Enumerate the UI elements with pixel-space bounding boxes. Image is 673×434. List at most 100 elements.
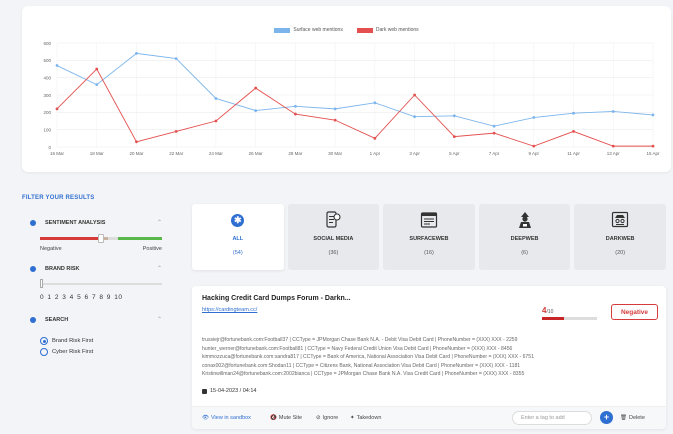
result-line: trussiejr@fortunebank.com:Football37 | C… <box>202 337 518 343</box>
data-point <box>214 119 218 123</box>
data-point <box>214 97 218 100</box>
result-date: 15-04-2023 / 04:14 <box>202 388 256 394</box>
y-tick-label: 400 <box>43 75 51 80</box>
data-point <box>452 114 456 118</box>
view-in-sandbox-button[interactable]: 👁 View in sandbox <box>202 415 251 421</box>
tab-surfaceweb[interactable]: SURFACEWEB (16) <box>383 204 475 270</box>
tab-deepweb[interactable]: DEEPWEB (6) <box>478 204 571 270</box>
social-media-icon <box>326 211 341 228</box>
radio-brand-risk-first[interactable]: Brand Risk First <box>40 337 93 345</box>
filter-title: FILTER YOUR RESULTS <box>22 195 95 201</box>
result-link[interactable]: https://cardingteam.cc/ <box>202 307 257 313</box>
radio-unselected-icon[interactable] <box>40 348 48 356</box>
search-label: SEARCH <box>45 316 69 323</box>
mentions-line-chart: 0 100 200 300 400 500 600 16 Mar 18 Mar 20 Mar 22 … <box>43 41 660 156</box>
x-tick-label: 26 Mar <box>249 151 264 156</box>
mute-label: Mute Site <box>278 415 303 421</box>
tag-input[interactable]: Enter a tag to add <box>512 411 592 425</box>
chevron-up-icon[interactable]: ⌃ <box>157 316 162 323</box>
ignore-label: Ignore <box>322 415 339 421</box>
mentions-chart-card: Surface web mentions Dark web mentions 0… <box>22 6 671 172</box>
tab-label: ALL <box>232 236 244 242</box>
tab-count: (6) <box>521 250 528 256</box>
x-tick-label: 5 Apr <box>449 151 460 156</box>
data-point <box>651 113 655 117</box>
chevron-up-icon[interactable]: ⌃ <box>157 219 162 226</box>
x-tick-label: 30 Mar <box>328 151 343 156</box>
tab-social-media[interactable]: SOCIAL MEDIA (36) <box>287 204 380 270</box>
series-line-1 <box>56 68 653 147</box>
radio-cyber-label: Cyber Risk First <box>52 349 94 355</box>
brand-risk-slider-track[interactable] <box>40 283 162 285</box>
section-bullet <box>30 316 36 323</box>
tab-count: (36) <box>328 250 339 256</box>
x-tick-label: 20 Mar <box>129 151 144 156</box>
add-tag-button[interactable]: + <box>600 411 613 424</box>
mute-site-button[interactable]: 🔇 Mute Site <box>270 415 302 421</box>
x-tick-label: 24 Mar <box>209 151 224 156</box>
tab-label: DARKWEB <box>605 236 635 242</box>
data-point <box>611 144 615 148</box>
hacker-icon <box>518 212 531 228</box>
data-point <box>413 115 416 119</box>
result-title[interactable]: Hacking Credit Card Dumps Forum - Darkn.… <box>202 295 351 302</box>
data-point <box>333 118 337 122</box>
delete-label: Delete <box>628 415 645 421</box>
sentiment-positive-range <box>118 237 162 240</box>
data-point <box>651 144 655 148</box>
sentiment-section-header[interactable]: SENTIMENT ANALYSIS ⌃ <box>30 219 162 226</box>
tab-count: (54) <box>232 250 243 256</box>
radio-brand-label: Brand Risk First <box>52 338 94 344</box>
result-content: trussiejr@fortunebank.com:Football37 | C… <box>202 336 534 379</box>
sentiment-slider-handle[interactable] <box>98 234 104 243</box>
series-line-0 <box>56 52 654 127</box>
calendar-icon <box>202 388 207 394</box>
data-point <box>294 104 297 108</box>
data-point <box>572 130 575 133</box>
brand-risk-slider-handle[interactable] <box>40 279 43 288</box>
trash-icon: 🗑 <box>620 415 627 421</box>
delete-button[interactable]: 🗑 Delete <box>620 415 645 421</box>
section-bullet <box>30 219 36 226</box>
result-date-text: 15-04-2023 / 04:14 <box>210 388 257 394</box>
sentiment-label: SENTIMENT ANALYSIS <box>45 219 106 226</box>
risk-score: 4/10 <box>542 306 553 315</box>
radio-selected-icon[interactable] <box>40 337 48 345</box>
data-point <box>333 107 337 111</box>
tab-all[interactable]: ✱ ALL (54) <box>192 204 284 270</box>
section-bullet <box>30 265 36 272</box>
sentiment-badge[interactable]: Negative <box>611 304 658 320</box>
result-line: Kristinwillman24@fortunebank.com:2002bia… <box>202 371 525 378</box>
tab-darkweb[interactable]: DARKWEB (20) <box>574 204 666 270</box>
chevron-up-icon[interactable]: ⌃ <box>157 265 162 272</box>
tab-label: SURFACEWEB <box>409 236 449 242</box>
data-point <box>254 109 258 112</box>
browser-window-icon <box>420 212 438 228</box>
x-tick-label: 22 Mar <box>169 151 184 156</box>
y-tick-label: 100 <box>43 127 51 132</box>
y-tick-label: 200 <box>43 110 51 115</box>
spy-icon <box>612 211 629 228</box>
result-line: hunter_werner@fortunebank.com:Football81… <box>202 345 513 352</box>
tab-label: SOCIAL MEDIA <box>313 236 354 242</box>
negative-label: Negative <box>40 246 62 252</box>
brand-risk-label: BRAND RISK <box>45 265 80 272</box>
data-point <box>373 101 377 105</box>
sentiment-gap <box>108 237 118 240</box>
search-section-header[interactable]: SEARCH ⌃ <box>30 316 162 323</box>
sentiment-negative-range <box>40 237 100 240</box>
x-tick-label: 9 Apr <box>529 151 540 156</box>
x-tick-label: 7 Apr <box>489 151 500 156</box>
brand-risk-section-header[interactable]: BRAND RISK ⌃ <box>30 265 162 272</box>
x-tick-label: 15 Apr <box>646 151 660 156</box>
x-tick-label: 1 Apr <box>370 151 381 156</box>
data-point <box>492 131 496 135</box>
data-point <box>413 93 416 97</box>
ignore-button[interactable]: ⊘ Ignore <box>316 415 338 421</box>
data-point <box>55 107 59 111</box>
risk-score-bar <box>542 317 597 320</box>
tab-count: (20) <box>615 250 626 256</box>
view-label: View in sandbox <box>210 415 251 421</box>
takedown-button[interactable]: ✦ Takedown <box>350 415 381 421</box>
radio-cyber-risk-first[interactable]: Cyber Risk First <box>40 348 93 356</box>
